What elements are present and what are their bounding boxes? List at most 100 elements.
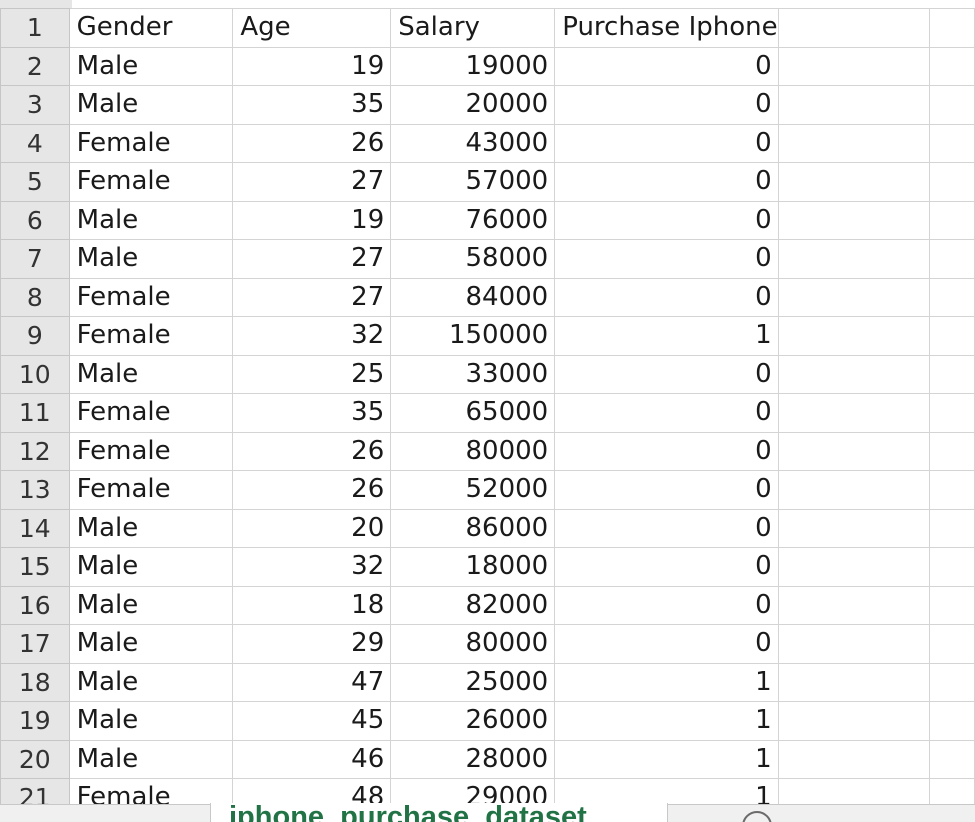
empty-cell[interactable] — [777, 431, 931, 471]
column-heading-cell[interactable]: Age — [232, 8, 392, 48]
empty-cell[interactable] — [777, 85, 931, 125]
cell-salary[interactable]: 150000 — [390, 316, 556, 356]
empty-cell[interactable] — [929, 470, 975, 510]
cell-age[interactable]: 46 — [232, 739, 392, 779]
empty-cell[interactable] — [777, 624, 931, 664]
row-header[interactable]: 17 — [0, 624, 70, 664]
row-header[interactable]: 20 — [0, 739, 70, 779]
empty-cell[interactable] — [929, 354, 975, 394]
cell-gender[interactable]: Female — [68, 162, 234, 202]
cell-salary[interactable]: 86000 — [390, 508, 556, 548]
row-header[interactable]: 4 — [0, 123, 70, 163]
empty-cell[interactable] — [929, 8, 975, 48]
empty-cell[interactable] — [777, 739, 931, 779]
empty-cell[interactable] — [929, 431, 975, 471]
row-header[interactable]: 9 — [0, 316, 70, 356]
cell-salary[interactable]: 76000 — [390, 200, 556, 240]
row-header[interactable]: 18 — [0, 662, 70, 702]
empty-cell[interactable] — [777, 470, 931, 510]
cell-gender[interactable]: Male — [68, 354, 234, 394]
cell-salary[interactable]: 26000 — [390, 701, 556, 741]
empty-cell[interactable] — [777, 239, 931, 279]
cell-age[interactable]: 35 — [232, 85, 392, 125]
empty-cell[interactable] — [777, 547, 931, 587]
empty-cell[interactable] — [929, 624, 975, 664]
cell-salary[interactable]: 65000 — [390, 393, 556, 433]
row-header[interactable]: 3 — [0, 85, 70, 125]
row-header[interactable]: 5 — [0, 162, 70, 202]
empty-cell[interactable] — [777, 662, 931, 702]
row-header[interactable]: 13 — [0, 470, 70, 510]
cell-purchase[interactable]: 0 — [554, 624, 779, 664]
cell-gender[interactable]: Male — [68, 239, 234, 279]
cell-salary[interactable]: 20000 — [390, 85, 556, 125]
empty-cell[interactable] — [929, 393, 975, 433]
cell-gender[interactable]: Female — [68, 316, 234, 356]
cell-purchase[interactable]: 0 — [554, 508, 779, 548]
cell-gender[interactable]: Female — [68, 470, 234, 510]
cell-gender[interactable]: Female — [68, 277, 234, 317]
empty-cell[interactable] — [929, 547, 975, 587]
sheet-tab[interactable]: iphone_purchase_dataset — [210, 803, 668, 822]
cell-age[interactable]: 32 — [232, 547, 392, 587]
row-header[interactable]: 12 — [0, 431, 70, 471]
empty-cell[interactable] — [929, 585, 975, 625]
cell-gender[interactable]: Female — [68, 393, 234, 433]
cell-age[interactable]: 32 — [232, 316, 392, 356]
cell-salary[interactable]: 25000 — [390, 662, 556, 702]
empty-cell[interactable] — [929, 508, 975, 548]
empty-cell[interactable] — [929, 162, 975, 202]
empty-cell[interactable] — [777, 585, 931, 625]
cell-salary[interactable]: 19000 — [390, 46, 556, 86]
row-header[interactable]: 15 — [0, 547, 70, 587]
cell-purchase[interactable]: 0 — [554, 46, 779, 86]
empty-cell[interactable] — [777, 46, 931, 86]
empty-cell[interactable] — [929, 739, 975, 779]
empty-cell[interactable] — [929, 46, 975, 86]
cell-purchase[interactable]: 0 — [554, 431, 779, 471]
cell-salary[interactable]: 82000 — [390, 585, 556, 625]
cell-age[interactable]: 35 — [232, 393, 392, 433]
cell-purchase[interactable]: 0 — [554, 277, 779, 317]
row-header[interactable]: 14 — [0, 508, 70, 548]
row-header[interactable]: 8 — [0, 277, 70, 317]
cell-purchase[interactable]: 1 — [554, 739, 779, 779]
empty-cell[interactable] — [777, 200, 931, 240]
cell-age[interactable]: 45 — [232, 701, 392, 741]
empty-cell[interactable] — [777, 123, 931, 163]
cell-age[interactable]: 27 — [232, 239, 392, 279]
empty-cell[interactable] — [777, 277, 931, 317]
column-heading-cell[interactable]: Purchase Iphone — [554, 8, 779, 48]
row-header[interactable]: 1 — [0, 8, 70, 48]
cell-purchase[interactable]: 0 — [554, 239, 779, 279]
cell-purchase[interactable]: 0 — [554, 85, 779, 125]
cell-age[interactable]: 26 — [232, 431, 392, 471]
cell-salary[interactable]: 58000 — [390, 239, 556, 279]
cell-salary[interactable]: 43000 — [390, 123, 556, 163]
add-sheet-icon[interactable] — [742, 811, 772, 822]
cell-salary[interactable]: 84000 — [390, 277, 556, 317]
empty-cell[interactable] — [929, 277, 975, 317]
row-header[interactable]: 7 — [0, 239, 70, 279]
cell-gender[interactable]: Male — [68, 662, 234, 702]
empty-cell[interactable] — [929, 239, 975, 279]
cell-salary[interactable]: 18000 — [390, 547, 556, 587]
cell-purchase[interactable]: 0 — [554, 470, 779, 510]
column-heading-cell[interactable]: Salary — [390, 8, 556, 48]
cell-gender[interactable]: Male — [68, 46, 234, 86]
cell-age[interactable]: 47 — [232, 662, 392, 702]
cell-age[interactable]: 27 — [232, 162, 392, 202]
cell-purchase[interactable]: 1 — [554, 316, 779, 356]
cell-salary[interactable]: 57000 — [390, 162, 556, 202]
cell-salary[interactable]: 80000 — [390, 624, 556, 664]
cell-gender[interactable]: Female — [68, 123, 234, 163]
cell-age[interactable]: 19 — [232, 200, 392, 240]
cell-gender[interactable]: Male — [68, 739, 234, 779]
cell-salary[interactable]: 52000 — [390, 470, 556, 510]
row-header[interactable]: 11 — [0, 393, 70, 433]
cell-purchase[interactable]: 0 — [554, 393, 779, 433]
cell-age[interactable]: 26 — [232, 123, 392, 163]
cell-gender[interactable]: Male — [68, 85, 234, 125]
cell-age[interactable]: 25 — [232, 354, 392, 394]
row-header[interactable]: 2 — [0, 46, 70, 86]
